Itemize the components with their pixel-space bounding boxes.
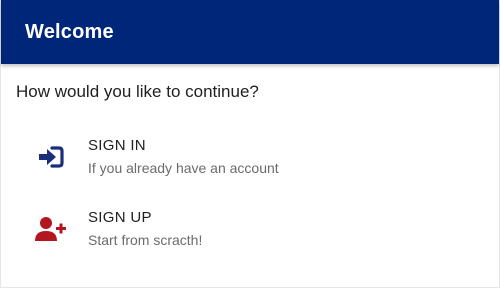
dialog-title: Welcome xyxy=(25,20,114,43)
add-user-icon xyxy=(35,213,67,245)
sign-in-icon xyxy=(35,141,67,173)
sign-up-title: SIGN UP xyxy=(88,209,152,226)
sign-in-subtitle: If you already have an account xyxy=(88,160,279,176)
dialog-header: Welcome xyxy=(1,0,499,64)
sign-in-title: SIGN IN xyxy=(88,137,146,154)
sign-up-option[interactable]: SIGN UP Start from scracth! xyxy=(17,201,477,257)
welcome-dialog: Welcome How would you like to continue? … xyxy=(0,0,500,288)
sign-up-subtitle: Start from scracth! xyxy=(88,232,203,248)
continue-prompt: How would you like to continue? xyxy=(16,82,259,101)
sign-in-option[interactable]: SIGN IN If you already have an account xyxy=(17,129,477,185)
